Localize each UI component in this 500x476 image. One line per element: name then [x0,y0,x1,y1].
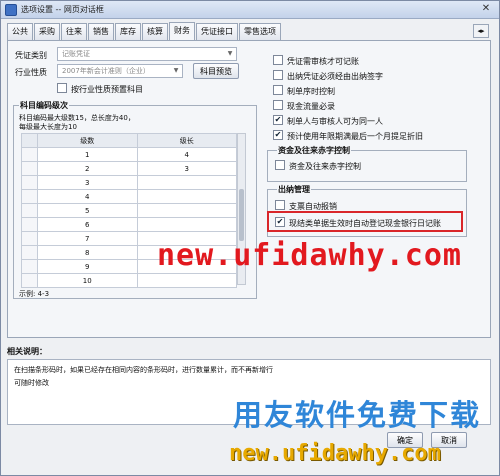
voucher-type-select[interactable]: 记账凭证 ▼ [57,47,237,61]
option-checkbox-depreciation[interactable] [273,130,283,140]
chevron-down-icon: ▼ [227,50,233,57]
length-cell[interactable] [136,189,237,204]
account-coding-title: 科目编码级次 [19,100,69,111]
table-header-row: 级数 级长 [21,133,237,148]
length-cell[interactable] [136,175,237,190]
description-heading: 相关说明： [7,347,47,356]
watermark-url-top: new.ufidawhy.com [157,238,462,273]
account-preview-button[interactable]: 科目预览 [193,63,239,79]
table-row[interactable]: 23 [21,161,237,176]
window-title: 选项设置 -- 网页对话框 [21,5,104,14]
industry-value: 2007年新会计准则（企业） [62,67,150,75]
level-cell: 4 [37,189,138,204]
level-cell: 8 [37,245,138,260]
row-index [21,259,38,274]
option-checkbox-cashier-sign[interactable] [273,70,283,80]
funds-control-label: 资金及往来赤字控制 [289,162,361,171]
tab-public[interactable]: 公共 [7,23,33,40]
close-icon: ✕ [481,3,491,14]
length-cell[interactable] [136,203,237,218]
row-index [21,203,38,218]
option-checkbox-cashflow[interactable] [273,100,283,110]
description-line1: 在扫描条形码时，如果已经存在相同内容的条形码时，进行数量累计，而不再新增行 [14,366,273,374]
tab-finance[interactable]: 财务 [169,22,195,41]
length-cell[interactable]: 4 [136,147,237,162]
level-cell: 1 [37,147,138,162]
voucher-type-label: 凭证类别 [15,51,47,60]
options-dialog: 选项设置 -- 网页对话框 ✕ 公共 采购 往来 销售 库存 核算 财务 凭证接… [0,0,500,476]
level-cell: 3 [37,175,138,190]
preset-accounts-label: 按行业性质预置科目 [71,85,143,94]
row-index [21,161,38,176]
industry-select[interactable]: 2007年新会计准则（企业） ▼ [57,64,183,78]
watermark-brand: 用友软件免费下载 [233,398,482,432]
level-cell: 7 [37,231,138,246]
option-label: 制单人与审核人可为同一人 [287,117,383,126]
tab-accounts[interactable]: 往来 [61,23,87,40]
row-index [21,273,38,288]
row-index [21,147,38,162]
tab-strip: 公共 采购 往来 销售 库存 核算 财务 凭证接口 零售选项 [7,22,467,41]
level-cell: 2 [37,161,138,176]
row-index [21,231,38,246]
column-header-length: 级长 [136,133,237,148]
level-cell: 6 [37,217,138,232]
cashier-group-title: 出纳管理 [277,184,311,195]
description-line2: 可随时修改 [14,379,49,387]
row-index [21,175,38,190]
table-row[interactable]: 3 [21,175,237,190]
length-cell[interactable] [136,217,237,232]
level-cell: 9 [37,259,138,274]
length-cell[interactable] [136,273,237,288]
option-checkbox-sequence[interactable] [273,85,283,95]
tab-voucher-interface[interactable]: 凭证接口 [196,23,238,40]
tab-inventory[interactable]: 库存 [115,23,141,40]
close-button[interactable]: ✕ [479,3,493,16]
table-row[interactable]: 6 [21,217,237,232]
auto-check-reimburse-checkbox[interactable] [275,200,285,210]
table-row[interactable]: 5 [21,203,237,218]
level-cell: 10 [37,273,138,288]
option-checkbox-same-person[interactable] [273,115,283,125]
table-row[interactable]: 4 [21,189,237,204]
tab-sales[interactable]: 销售 [88,23,114,40]
industry-label: 行业性质 [15,68,47,77]
highlight-box [267,211,463,232]
column-header-level: 级数 [37,133,138,148]
tab-purchase[interactable]: 采购 [34,23,60,40]
row-index [21,217,38,232]
option-label: 出纳凭证必须经由出纳签字 [287,72,383,81]
table-row[interactable]: 10 [21,273,237,288]
tab-retail-options[interactable]: 零售选项 [239,23,281,40]
tab-scroll-arrows[interactable]: ◂▸ [473,24,489,38]
row-index [21,245,38,260]
app-icon [5,4,17,16]
voucher-type-value: 记账凭证 [62,50,90,58]
row-header-corner [21,133,38,148]
level-cell: 5 [37,203,138,218]
table-row[interactable]: 14 [21,147,237,162]
option-checkbox-review[interactable] [273,55,283,65]
funds-control-checkbox[interactable] [275,160,285,170]
coding-example: 示例: 4-3 [19,290,50,298]
scrollbar-thumb[interactable] [239,189,244,241]
title-bar[interactable]: 选项设置 -- 网页对话框 ✕ [1,1,499,19]
option-label: 现金流量必录 [287,102,335,111]
row-index [21,189,38,204]
option-label: 制单序时控制 [287,87,335,96]
option-label: 凭证需审核才可记账 [287,57,359,66]
watermark-url-bottom: new.ufidawhy.com [229,441,441,466]
tab-costing[interactable]: 核算 [142,23,168,40]
chevron-down-icon: ▼ [173,67,179,74]
length-cell[interactable]: 3 [136,161,237,176]
coding-info-line2: 每级最大长度为10 [19,123,77,131]
preset-accounts-checkbox[interactable] [57,83,67,93]
funds-control-title: 资金及往来赤字控制 [277,145,351,156]
option-label: 预计使用年限期满最后一个月提足折旧 [287,132,423,141]
